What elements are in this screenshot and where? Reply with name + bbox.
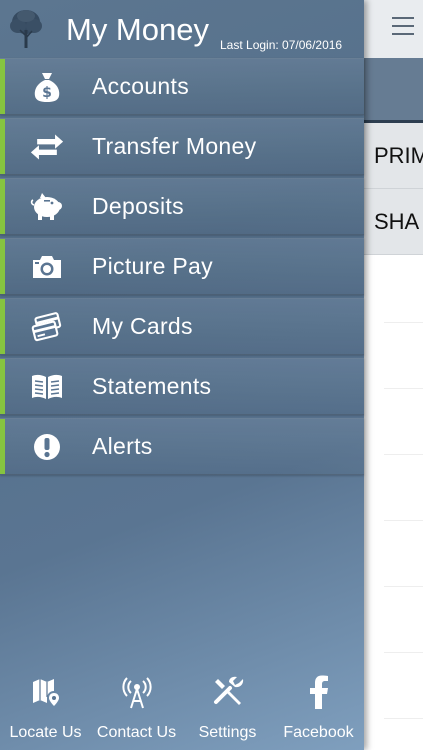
map-pin-icon: [0, 674, 91, 710]
divider: [384, 718, 423, 719]
piggy-bank-icon: [30, 191, 64, 223]
facebook-icon: [273, 674, 364, 710]
drawer-header: My Money Last Login: 07/06/2016: [0, 0, 364, 58]
tree-logo-icon: [10, 10, 42, 48]
footer-item-facebook[interactable]: Facebook: [273, 670, 364, 750]
app-title: My Money: [66, 12, 209, 47]
transfer-arrows-icon: [30, 131, 64, 163]
account-row[interactable]: PRIM: [364, 123, 423, 189]
divider: [384, 652, 423, 653]
footer-item-label: Facebook: [283, 724, 354, 741]
tools-icon: [182, 674, 273, 710]
menu-item-label: Accounts: [92, 73, 190, 99]
camera-icon: [30, 251, 64, 283]
divider: [384, 322, 423, 323]
footer-item-contact-us[interactable]: Contact Us: [91, 670, 182, 750]
drawer-menu: $ Accounts Transfer Money Deposits Pictu…: [0, 58, 364, 478]
footer-item-settings[interactable]: Settings: [182, 670, 273, 750]
menu-item-label: Picture Pay: [92, 253, 213, 279]
menu-item-picture-pay[interactable]: Picture Pay: [0, 238, 364, 295]
svg-text:$: $: [42, 85, 52, 101]
account-header-band: [364, 58, 423, 120]
menu-item-label: Deposits: [92, 193, 184, 219]
menu-item-accounts[interactable]: $ Accounts: [0, 58, 364, 115]
menu-item-transfer-money[interactable]: Transfer Money: [0, 118, 364, 175]
alert-icon: [30, 431, 64, 463]
antenna-icon: [91, 674, 182, 710]
menu-item-alerts[interactable]: Alerts: [0, 418, 364, 475]
divider: [384, 520, 423, 521]
account-row-name: SHA: [374, 209, 420, 234]
menu-item-statements[interactable]: Statements: [0, 358, 364, 415]
last-login-text: Last Login: 07/06/2016: [220, 38, 343, 52]
menu-item-label: Statements: [92, 373, 212, 399]
footer-item-locate-us[interactable]: Locate Us: [0, 670, 91, 750]
divider: [384, 388, 423, 389]
divider: [384, 586, 423, 587]
cards-icon: [30, 311, 64, 343]
menu-item-my-cards[interactable]: My Cards: [0, 298, 364, 355]
menu-item-label: Transfer Money: [92, 133, 257, 159]
side-drawer: My Money Last Login: 07/06/2016 $ Accoun…: [0, 0, 364, 750]
menu-item-label: My Cards: [92, 313, 193, 339]
book-icon: [30, 371, 64, 403]
divider: [384, 454, 423, 455]
menu-item-label: Alerts: [92, 433, 153, 459]
account-row[interactable]: SHA: [364, 189, 423, 255]
menu-item-deposits[interactable]: Deposits: [0, 178, 364, 235]
hamburger-menu-icon[interactable]: [392, 17, 414, 35]
money-bag-icon: $: [30, 71, 64, 103]
account-row-name: PRIM: [374, 143, 423, 168]
drawer-footer: Locate Us Contact Us Settings Facebook: [0, 670, 364, 750]
